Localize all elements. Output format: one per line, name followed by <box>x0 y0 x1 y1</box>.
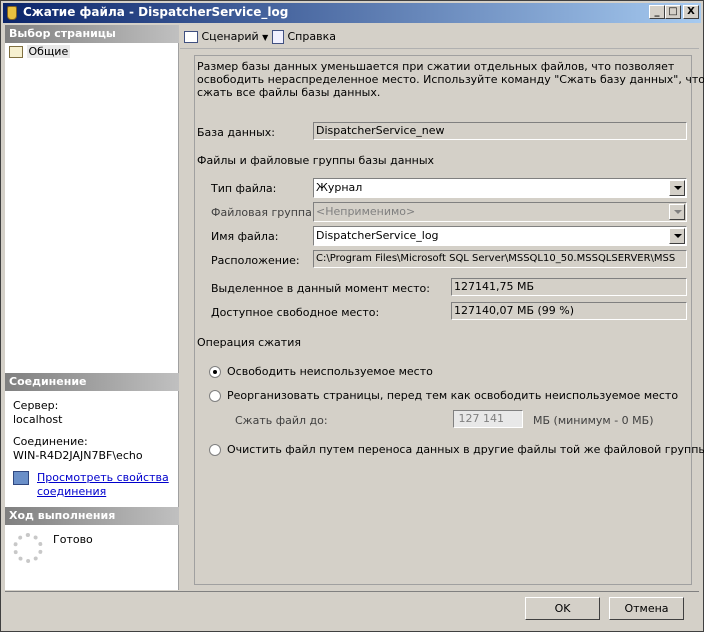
cancel-button[interactable]: Отмена <box>609 597 684 620</box>
files-group-label: Файлы и файловые группы базы данных <box>197 154 435 167</box>
file-name-label: Имя файла: <box>211 230 279 243</box>
connection-properties-icon <box>13 471 29 485</box>
filegroup-value: <Неприменимо> <box>316 205 416 218</box>
file-type-label: Тип файла: <box>211 182 277 195</box>
shrink-to-stepper: 127 141 <box>453 410 523 428</box>
database-icon <box>7 6 17 20</box>
progress-spinner-icon <box>13 533 43 563</box>
page-item-general[interactable]: Общие <box>9 45 71 58</box>
progress-status: Готово <box>53 533 93 546</box>
allocated-field: 127141,75 МБ <box>451 278 687 296</box>
help-label: Справка <box>287 30 336 43</box>
footer-divider <box>5 591 699 592</box>
script-label: Сценарий <box>201 30 259 43</box>
connection-label: Соединение: <box>13 435 88 448</box>
left-pane: Выбор страницы Общие Соединение Сервер: … <box>5 25 179 590</box>
database-field: DispatcherService_new <box>313 122 687 140</box>
filegroup-label: Файловая группа: <box>211 206 316 219</box>
progress-header: Ход выполнения <box>5 507 179 525</box>
connection-header: Соединение <box>5 373 179 391</box>
free-space-field: 127140,07 МБ (99 %) <box>451 302 687 320</box>
minimize-button[interactable]: _ <box>649 5 665 19</box>
empty-file-radio[interactable] <box>209 444 221 456</box>
location-label: Расположение: <box>211 254 300 267</box>
server-value: localhost <box>13 413 63 426</box>
help-icon <box>272 30 284 44</box>
shrink-to-label: Сжать файл до: <box>235 414 328 427</box>
general-page: Размер базы данных уменьшается при сжати… <box>194 55 704 585</box>
page-icon <box>9 46 23 58</box>
file-type-select[interactable]: Журнал <box>313 178 687 198</box>
release-unused-radio[interactable] <box>209 366 221 378</box>
ok-button[interactable]: OK <box>525 597 600 620</box>
close-button[interactable]: X <box>683 5 699 19</box>
shrink-to-value: 127 141 <box>458 412 505 425</box>
view-connection-properties-link-2[interactable]: соединения <box>37 485 106 498</box>
chevron-down-icon[interactable] <box>669 180 685 196</box>
empty-file-label[interactable]: Очистить файл путем переноса данных в др… <box>227 443 704 456</box>
server-label: Сервер: <box>13 399 59 412</box>
window-title: Сжатие файла - DispatcherService_log <box>23 5 289 19</box>
page-label: Общие <box>26 45 71 58</box>
maximize-button[interactable]: □ <box>665 5 681 19</box>
select-page-header: Выбор страницы <box>5 25 179 43</box>
file-name-select[interactable]: DispatcherService_log <box>313 226 687 246</box>
reorganize-radio[interactable] <box>209 390 221 402</box>
allocated-label: Выделенное в данный момент место: <box>211 282 430 295</box>
chevron-down-icon <box>669 204 685 220</box>
description-line-3: сжать все файлы базы данных. <box>197 86 381 99</box>
description-line-2: освободить нераспределенное место. Испол… <box>197 73 704 86</box>
shrink-file-dialog: Сжатие файла - DispatcherService_log _ □… <box>0 0 704 632</box>
toolbar: Сценарий ▼ Справка <box>180 25 699 49</box>
database-label: База данных: <box>197 126 276 139</box>
help-button[interactable]: Справка <box>272 30 336 44</box>
file-type-value: Журнал <box>316 181 363 194</box>
location-field: C:\Program Files\Microsoft SQL Server\MS… <box>313 250 687 268</box>
connection-value: WIN-R4D2JAJN7BF\echo <box>13 449 143 462</box>
view-connection-properties-link[interactable]: Просмотреть свойства <box>37 471 169 484</box>
shrink-operation-label: Операция сжатия <box>197 336 301 349</box>
title-bar: Сжатие файла - DispatcherService_log _ □… <box>3 3 701 23</box>
shrink-unit-label: МБ (минимум - 0 МБ) <box>533 414 654 427</box>
right-pane: Сценарий ▼ Справка Размер базы данных ум… <box>180 25 704 590</box>
script-icon <box>184 31 198 43</box>
file-name-value: DispatcherService_log <box>316 229 439 242</box>
chevron-down-icon: ▼ <box>262 33 269 42</box>
chevron-down-icon[interactable] <box>669 228 685 244</box>
filegroup-select: <Неприменимо> <box>313 202 687 222</box>
script-button[interactable]: Сценарий ▼ <box>184 30 268 43</box>
release-unused-label[interactable]: Освободить неиспользуемое место <box>227 365 433 378</box>
reorganize-label[interactable]: Реорганизовать страницы, перед тем как о… <box>227 389 678 402</box>
description-line-1: Размер базы данных уменьшается при сжати… <box>197 60 675 73</box>
free-space-label: Доступное свободное место: <box>211 306 380 319</box>
